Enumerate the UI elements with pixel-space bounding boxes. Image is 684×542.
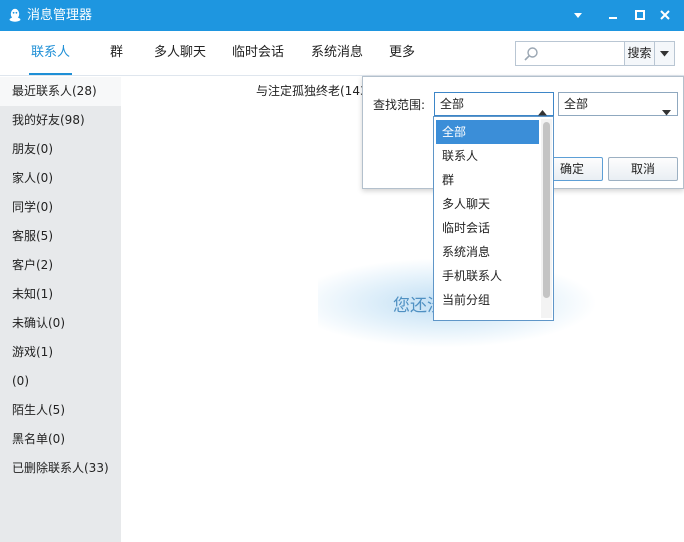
sidebar-item-family[interactable]: 家人(0) — [0, 164, 121, 193]
chevron-down-icon — [662, 101, 671, 123]
dropdown-option-current-group[interactable]: 当前分组 — [436, 288, 539, 312]
tab-system-messages[interactable]: 系统消息 — [311, 31, 363, 75]
qq-penguin-icon — [7, 7, 23, 23]
dropdown-option-multi-chat[interactable]: 多人聊天 — [436, 192, 539, 216]
search-input[interactable] — [542, 44, 622, 63]
sidebar-item-strangers[interactable]: 陌生人(5) — [0, 396, 121, 425]
dropdown-scrollbar[interactable] — [541, 119, 552, 318]
search-options-chevron-icon[interactable] — [655, 41, 675, 66]
dropdown-scroll-thumb[interactable] — [543, 122, 550, 298]
dropdown-option-system-messages[interactable]: 系统消息 — [436, 240, 539, 264]
minimize-button[interactable] — [604, 6, 622, 24]
tab-multi-chat[interactable]: 多人聊天 — [154, 31, 206, 75]
sidebar-item-classmates[interactable]: 同学(0) — [0, 193, 121, 222]
search-range-combo[interactable]: 全部 — [434, 92, 554, 116]
dropdown-option-mobile-contacts[interactable]: 手机联系人 — [436, 264, 539, 288]
dropdown-option-all[interactable]: 全部 — [436, 120, 539, 144]
sidebar-item-unconfirmed[interactable]: 未确认(0) — [0, 309, 121, 338]
search-button[interactable]: 搜索 — [625, 41, 655, 66]
sidebar-item-games[interactable]: 游戏(1) — [0, 338, 121, 367]
title-bar: 消息管理器 — [0, 0, 684, 31]
tab-groups[interactable]: 群 — [110, 31, 123, 75]
sidebar-item-customer-service[interactable]: 客服(5) — [0, 222, 121, 251]
search-range-label: 查找范围: — [373, 98, 426, 112]
close-icon[interactable] — [656, 6, 674, 24]
toolbar: 联系人 群 多人聊天 临时会话 系统消息 更多 搜索 — [0, 31, 684, 76]
maximize-icon[interactable] — [631, 6, 649, 24]
dropdown-option-contacts[interactable]: 联系人 — [436, 144, 539, 168]
minimize-icon[interactable] — [569, 6, 587, 24]
search-range-dropdown: 全部 联系人 群 多人聊天 临时会话 系统消息 手机联系人 当前分组 — [433, 116, 554, 321]
search-subrange-value: 全部 — [564, 97, 589, 111]
search-box[interactable] — [515, 41, 625, 66]
conversation-header: 与注定孤独终老(143 — [256, 84, 368, 98]
contact-group-sidebar: 最近联系人(28) 我的好友(98) 朋友(0) 家人(0) 同学(0) 客服(… — [0, 77, 121, 542]
window-title: 消息管理器 — [27, 8, 93, 23]
dropdown-option-groups[interactable]: 群 — [436, 168, 539, 192]
tab-more[interactable]: 更多 — [389, 31, 415, 75]
sidebar-item-unknown[interactable]: 未知(1) — [0, 280, 121, 309]
dropdown-option-temp-session[interactable]: 临时会话 — [436, 216, 539, 240]
search-icon — [523, 46, 539, 65]
cancel-button[interactable]: 取消 — [608, 157, 678, 181]
sidebar-item-clients[interactable]: 客户(2) — [0, 251, 121, 280]
search-range-value: 全部 — [440, 97, 465, 111]
tab-contacts[interactable]: 联系人 — [28, 31, 73, 75]
sidebar-item-deleted-contacts[interactable]: 已删除联系人(33) — [0, 454, 121, 483]
tab-temp-session[interactable]: 临时会话 — [232, 31, 284, 75]
sidebar-item-recent-contacts[interactable]: 最近联系人(28) — [0, 77, 121, 106]
sidebar-item-friends[interactable]: 朋友(0) — [0, 135, 121, 164]
sidebar-item-blacklist[interactable]: 黑名单(0) — [0, 425, 121, 454]
sidebar-item-unnamed[interactable]: (0) — [0, 367, 121, 396]
sidebar-item-my-friends[interactable]: 我的好友(98) — [0, 106, 121, 135]
search-subrange-combo[interactable]: 全部 — [558, 92, 678, 116]
